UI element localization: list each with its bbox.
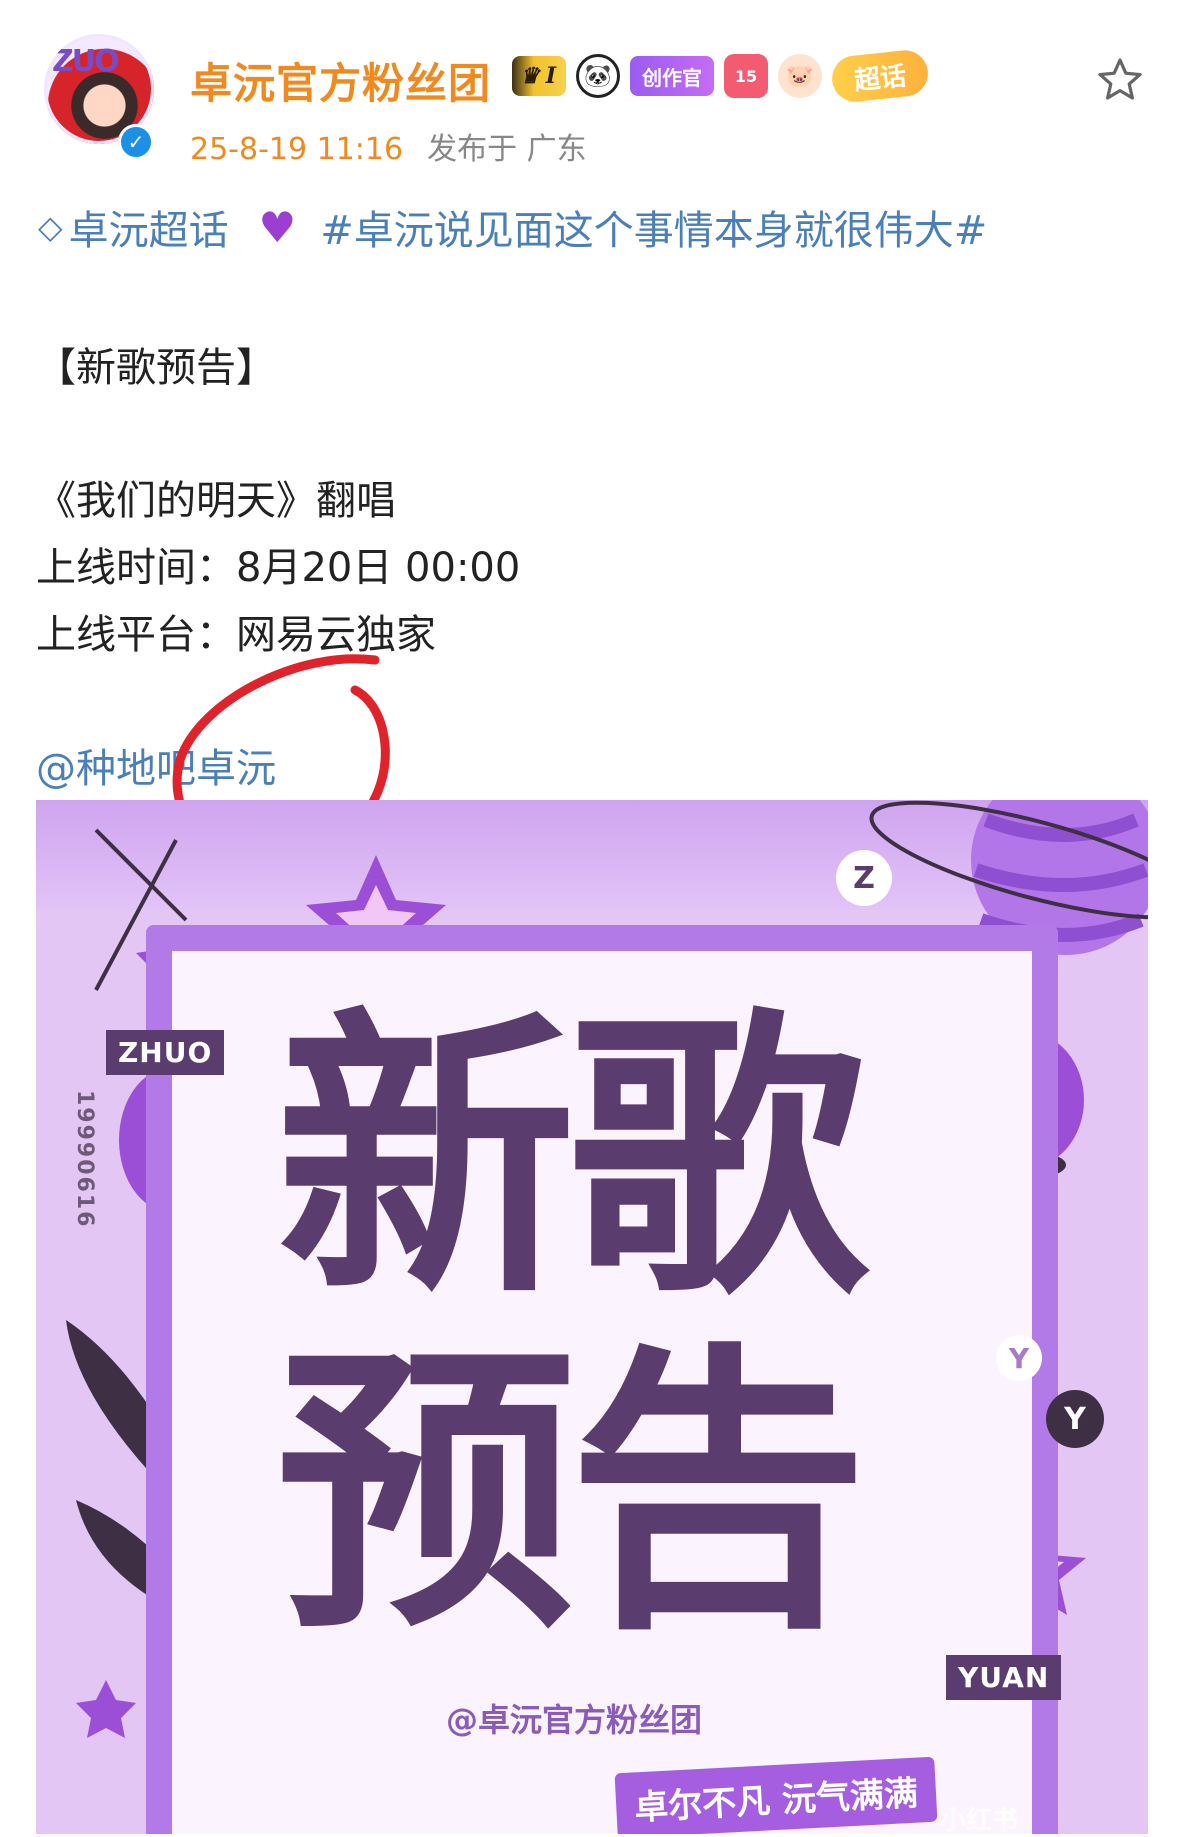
post-line-song: 《我们的明天》翻唱 [36,478,396,524]
crown-level: I [545,63,557,89]
panda-badge-icon[interactable]: 🐼 [576,54,621,98]
poster-tag-zhuo: ZHUO [106,1030,225,1075]
post-datetime: 25-8-19 11:16 [190,132,404,167]
avatar-text: ZUO [52,44,120,79]
creator-badge[interactable]: 创作官 [630,56,715,96]
author-name[interactable]: 卓沅官方粉丝团 [190,50,491,111]
poster-letter-y1: Y [996,1335,1042,1381]
post-meta: 25-8-19 11:16 发布于 广东 [190,124,587,168]
level-badge[interactable]: 15 [724,54,769,98]
poster-handle: @卓沅官方粉丝团 [446,1701,703,1739]
post-line-time: 上线时间：8月20日 00:00 [36,545,521,591]
poster-tag-yuan: YUAN [946,1655,1062,1700]
poster-letter-y2: Y [1046,1390,1104,1448]
star-outline-icon[interactable] [1096,56,1144,104]
diamond-icon: ◇ [38,208,63,246]
poster-title-line2: 预告 [276,1320,868,1669]
poster-title-line1: 新歌 [276,985,868,1334]
post-heading: 【新歌预告】 [36,345,276,391]
watermark-text: 小红书 [940,1806,1019,1836]
crown-icon: ♛ [520,63,540,89]
topics-row: ◇ 卓沅超话 ♥ #卓沅说见面这个事情本身就很伟大# [38,198,987,256]
poster-image[interactable]: 新歌 预告 ZHUO YUAN 19990616 Z Y Y @卓沅官方粉丝团 … [36,800,1148,1834]
supertopic-link[interactable]: 卓沅超话 [69,198,229,256]
verified-icon: ✓ [118,124,154,160]
purple-heart-icon: ♥ [258,202,297,252]
poster-date: 19990616 [72,1090,97,1229]
crown-badge[interactable]: ♛ I [512,56,567,96]
author-badges: ♛ I 🐼 创作官 15 🐷 超话 [512,48,931,104]
supertopic-badge[interactable]: 超话 [829,48,931,104]
post-location: 发布于 广东 [427,132,587,167]
hashtag-link[interactable]: #卓沅说见面这个事情本身就很伟大# [320,198,987,256]
poster-letter-z: Z [836,850,892,906]
mascot-badge-icon[interactable]: 🐷 [778,54,823,98]
